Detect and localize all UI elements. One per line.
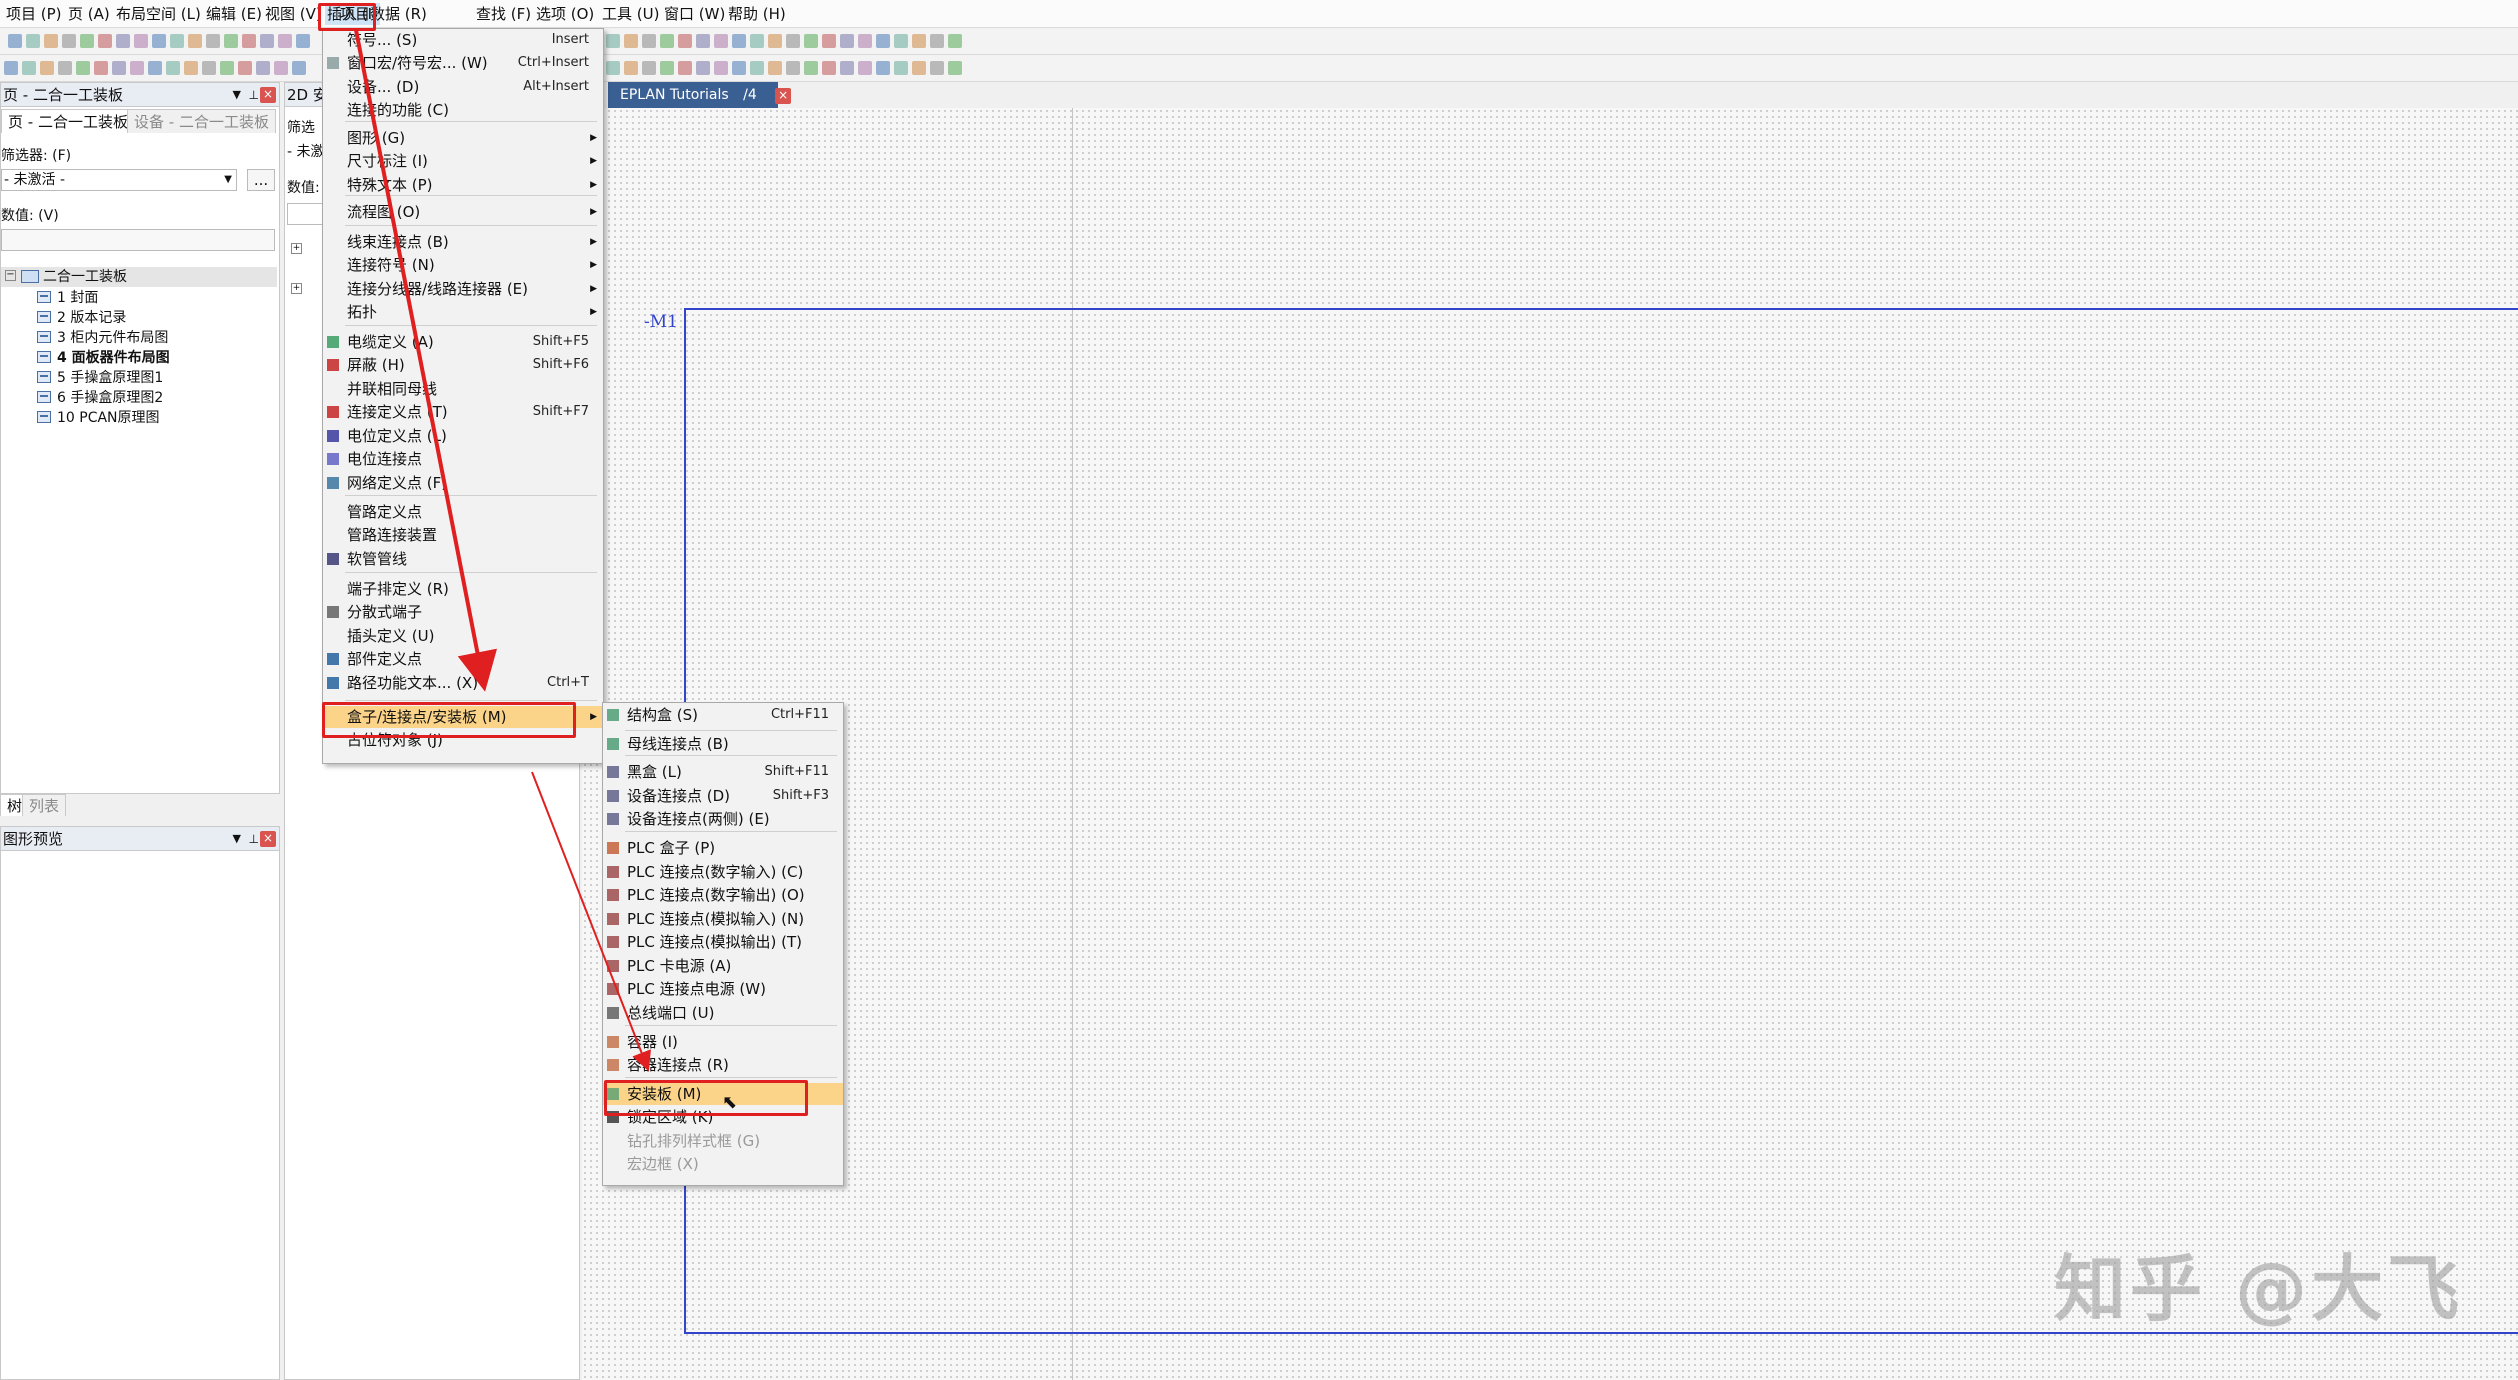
annotation-arrows	[354, 29, 651, 1072]
arrow-to-mounting-plate	[531, 771, 651, 1072]
mouse-cursor-icon: ⬉	[722, 1092, 738, 1113]
arrow-to-box-menu	[354, 29, 498, 692]
